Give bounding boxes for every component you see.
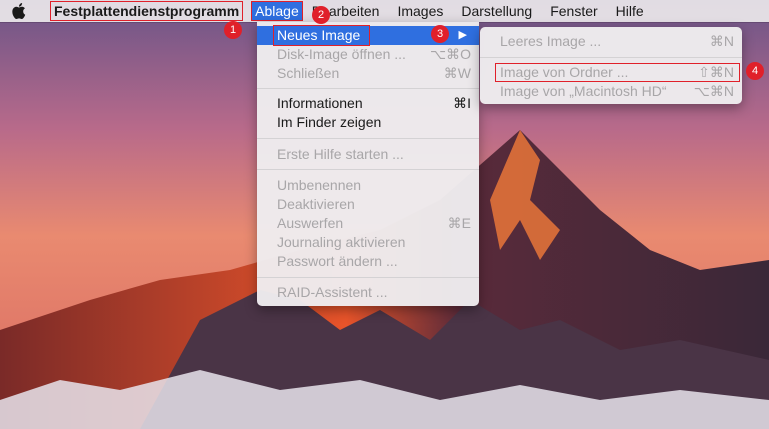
- step-badge-3: 3: [431, 25, 449, 43]
- menu-item-label: Image von „Macintosh HD“: [500, 83, 667, 99]
- menu-item-informationen[interactable]: Informationen ⌘I: [257, 94, 479, 113]
- menu-separator: [257, 277, 479, 278]
- annotation-outline-neues-image: [273, 25, 370, 46]
- menu-item-umbenennen[interactable]: Umbenennen: [257, 176, 479, 195]
- menu-item-label: Deaktivieren: [277, 196, 355, 212]
- menu-item-disk-image-oeffnen[interactable]: Disk-Image öffnen ... ⌥⌘O: [257, 45, 479, 64]
- menu-item-erste-hilfe[interactable]: Erste Hilfe starten ...: [257, 145, 479, 164]
- menu-item-label: Informationen: [277, 95, 363, 111]
- menu-item-label: Auswerfen: [277, 215, 344, 231]
- menu-item-label: Im Finder zeigen: [277, 114, 382, 130]
- menu-item-label: Passwort ändern ...: [277, 253, 398, 269]
- menu-item-label: Leeres Image ...: [500, 33, 602, 49]
- menu-item-deaktivieren[interactable]: Deaktivieren: [257, 195, 479, 214]
- menu-separator: [257, 88, 479, 89]
- menu-images[interactable]: Images: [388, 0, 452, 22]
- menu-item-label: Schließen: [277, 65, 340, 81]
- step-badge-1: 1: [224, 21, 242, 39]
- menu-fenster[interactable]: Fenster: [541, 0, 606, 22]
- app-name-menu[interactable]: Festplattendienstprogramm: [50, 1, 244, 21]
- menu-item-shortcut: ⌥⌘N: [693, 83, 734, 99]
- menu-separator: [257, 138, 479, 139]
- menu-item-raid-assistent[interactable]: RAID-Assistent ...: [257, 283, 479, 302]
- menu-item-journaling[interactable]: Journaling aktivieren: [257, 233, 479, 252]
- submenu-item-image-von-macintosh-hd[interactable]: Image von „Macintosh HD“ ⌥⌘N: [480, 82, 742, 101]
- step-badge-4: 4: [746, 62, 764, 80]
- annotation-outline-image-von-ordner: [495, 63, 740, 82]
- submenu-arrow-icon: ▶: [458, 29, 467, 41]
- menu-item-shortcut: ⌥⌘O: [429, 46, 471, 62]
- menu-bar: Festplattendienstprogramm Ablage Bearbei…: [0, 0, 769, 22]
- apple-menu-icon[interactable]: [0, 0, 38, 22]
- menu-item-shortcut: ⌘W: [443, 65, 471, 81]
- menu-item-label: Umbenennen: [277, 177, 362, 193]
- ablage-dropdown-menu: Neues Image ▶ Disk-Image öffnen ... ⌥⌘O …: [257, 22, 479, 306]
- menu-item-label: Erste Hilfe starten ...: [277, 146, 404, 162]
- menu-item-shortcut: ⌘N: [709, 33, 734, 49]
- menu-darstellung[interactable]: Darstellung: [452, 0, 541, 22]
- menu-item-schliessen[interactable]: Schließen ⌘W: [257, 64, 479, 83]
- menu-item-shortcut: ⌘E: [447, 215, 471, 231]
- menu-item-label: Journaling aktivieren: [277, 234, 406, 250]
- menu-item-im-finder-zeigen[interactable]: Im Finder zeigen: [257, 113, 479, 132]
- menu-item-passwort-aendern[interactable]: Passwort ändern ...: [257, 252, 479, 271]
- submenu-item-leeres-image[interactable]: Leeres Image ... ⌘N: [480, 32, 742, 51]
- menu-item-shortcut: ⌘I: [453, 95, 471, 111]
- menu-item-label: RAID-Assistent ...: [277, 284, 388, 300]
- step-badge-2: 2: [312, 6, 330, 24]
- menu-separator: [257, 169, 479, 170]
- menu-item-auswerfen[interactable]: Auswerfen ⌘E: [257, 214, 479, 233]
- menu-hilfe[interactable]: Hilfe: [607, 0, 653, 22]
- menu-ablage[interactable]: Ablage: [251, 1, 303, 21]
- menu-separator: [480, 57, 742, 58]
- menu-item-label: Disk-Image öffnen ...: [277, 46, 406, 62]
